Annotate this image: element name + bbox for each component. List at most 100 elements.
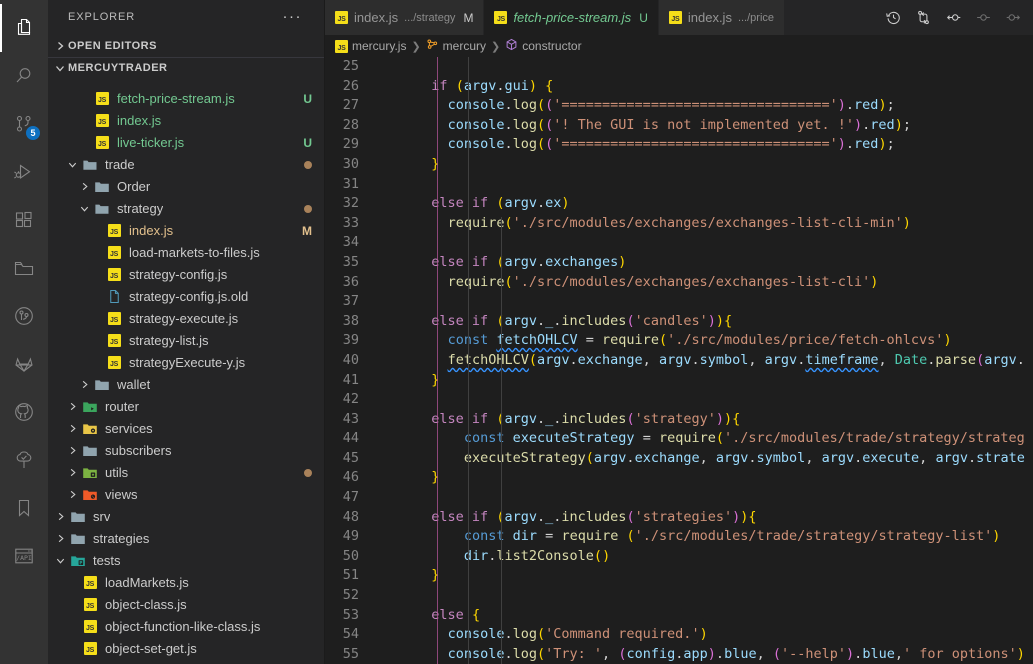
code-line[interactable]: console.log('Try: ', (config.app).blue, … — [415, 645, 1033, 664]
tree-file-row[interactable]: JS index.js M — [48, 220, 324, 242]
compare-changes-icon[interactable] — [909, 0, 937, 35]
code-line[interactable]: dir.list2Console() — [415, 547, 1033, 567]
sidebar-more-actions-icon[interactable]: ··· — [283, 9, 305, 24]
tree-folder-row[interactable]: subscribers — [48, 440, 324, 462]
code-line[interactable]: else if (argv._.includes('strategy')){ — [415, 410, 1033, 430]
current-change-icon[interactable] — [969, 0, 997, 35]
line-number: 31 — [342, 175, 359, 192]
search-icon — [12, 64, 36, 88]
code-editor[interactable]: 25 26 27 28 29 30 31 32 33 34 35 36 37 38 39 40 41 42 43 44… — [325, 57, 1033, 664]
activity-item-explorer[interactable] — [0, 4, 48, 52]
code-line[interactable]: else if (argv._.includes('strategies')){ — [415, 508, 1033, 528]
code-line[interactable] — [415, 488, 1033, 508]
activity-item-source-control[interactable]: 5 — [0, 100, 48, 148]
code-line[interactable]: fetchOHLCV(argv.exchange, argv.symbol, a… — [415, 351, 1033, 371]
tree-file-row[interactable]: JS strategy-execute.js — [48, 308, 324, 330]
activity-item-git-graph[interactable] — [0, 292, 48, 340]
tree-file-row[interactable]: JS loadMarkets.js — [48, 572, 324, 594]
editor-tabs[interactable]: JS index.js .../strategy M JS fetch-price-str… — [325, 0, 786, 35]
code-line[interactable] — [415, 292, 1033, 312]
code-line[interactable] — [415, 233, 1033, 253]
tree-file-row[interactable]: JS object-class.js — [48, 594, 324, 616]
timeline-history-icon[interactable] — [879, 0, 907, 35]
code-line[interactable]: } — [415, 566, 1033, 586]
activity-item-extensions[interactable] — [0, 196, 48, 244]
breadcrumb[interactable]: JS mercury.js ❯ mercury ❯ constructor — [325, 35, 1033, 57]
tree-file-row[interactable]: JS index.js — [48, 110, 324, 132]
code-content[interactable]: if (argv.gui) { console.log(('==========… — [381, 57, 1033, 664]
tree-folder-row[interactable]: Order — [48, 176, 324, 198]
editor-tab[interactable]: JS index.js .../strategy M — [325, 0, 485, 35]
go-to-previous-change-icon[interactable] — [939, 0, 967, 35]
js-file-icon: JS — [83, 620, 97, 634]
code-line[interactable]: require('./src/modules/exchanges/exchang… — [415, 214, 1033, 234]
section-mercuytrader[interactable]: MERCUYTRADER — [48, 56, 324, 79]
tree-folder-row[interactable]: tests — [48, 550, 324, 572]
editor-tab[interactable]: JS index.js .../price — [658, 0, 786, 35]
code-line[interactable]: else if (argv.ex) — [415, 194, 1033, 214]
code-line[interactable]: else { — [415, 606, 1033, 626]
sidebar-scrollbar[interactable] — [314, 57, 324, 664]
code-line[interactable]: executeStrategy(argv.exchange, argv.symb… — [415, 449, 1033, 469]
code-line[interactable]: require('./src/modules/exchanges/exchang… — [415, 273, 1033, 293]
section-open-editors[interactable]: OPEN EDITORS — [48, 35, 324, 57]
tree-file-row[interactable] — [48, 79, 324, 88]
code-line[interactable]: console.log('Command required.') — [415, 625, 1033, 645]
tree-file-row[interactable]: JS live-ticker.js U — [48, 132, 324, 154]
code-line[interactable]: } — [415, 155, 1033, 175]
code-line[interactable]: else if (argv._.includes('candles')){ — [415, 312, 1033, 332]
tree-file-row[interactable] — [48, 660, 324, 664]
line-number: 35 — [342, 253, 359, 270]
code-line[interactable]: console.log(('==========================… — [415, 96, 1033, 116]
activity-item-run-and-debug[interactable] — [0, 148, 48, 196]
tree-item-label: fetch-price-stream.js — [117, 91, 235, 107]
code-line[interactable] — [415, 57, 1033, 77]
breadcrumb-item-file[interactable]: JS mercury.js — [335, 39, 406, 53]
tree-folder-row[interactable]: views — [48, 484, 324, 506]
tree-file-row[interactable]: JS object-function-like-class.js — [48, 616, 324, 638]
activity-item-rest-client[interactable]: /API — [0, 532, 48, 580]
code-line[interactable] — [415, 390, 1033, 410]
code-line[interactable]: console.log(('! The GUI is not implement… — [415, 116, 1033, 136]
tree-file-row[interactable]: JS fetch-price-stream.js U — [48, 88, 324, 110]
tree-file-row[interactable]: JS strategy-config.js — [48, 264, 324, 286]
activity-item-bookmarks[interactable] — [0, 484, 48, 532]
activity-item-search[interactable] — [0, 52, 48, 100]
tree-item-label: loadMarkets.js — [105, 575, 189, 591]
breadcrumb-item-class[interactable]: mercury — [426, 38, 486, 54]
tree-folder-row[interactable]: trade — [48, 154, 324, 176]
line-number: 53 — [342, 606, 359, 623]
code-line[interactable]: const fetchOHLCV = require('./src/module… — [415, 331, 1033, 351]
code-line[interactable] — [415, 175, 1033, 195]
activity-item-file-browser[interactable] — [0, 244, 48, 292]
code-line[interactable]: } — [415, 468, 1033, 488]
tree-folder-row[interactable]: strategy — [48, 198, 324, 220]
tree-folder-row[interactable]: strategies — [48, 528, 324, 550]
file-tree[interactable]: JS fetch-price-stream.js U JS index.js JS live… — [48, 79, 324, 664]
tree-file-row[interactable]: JS strategyExecute-y.js — [48, 352, 324, 374]
code-line[interactable]: console.log(('==========================… — [415, 135, 1033, 155]
tree-file-row[interactable]: JS load-markets-to-files.js — [48, 242, 324, 264]
activity-item-gitlab[interactable] — [0, 340, 48, 388]
tree-file-row[interactable]: JS object-set-get.js — [48, 638, 324, 660]
tree-file-row[interactable]: JS strategy-list.js — [48, 330, 324, 352]
tree-item-label: index.js — [129, 223, 174, 239]
code-line[interactable]: else if (argv.exchanges) — [415, 253, 1033, 273]
tree-folder-row[interactable]: services — [48, 418, 324, 440]
activity-item-github[interactable] — [0, 388, 48, 436]
tree-file-row[interactable]: strategy-config.js.old — [48, 286, 324, 308]
tree-folder-row[interactable]: router — [48, 396, 324, 418]
code-line[interactable] — [415, 586, 1033, 606]
code-line[interactable]: const executeStrategy = require('./src/m… — [415, 429, 1033, 449]
breadcrumb-item-method[interactable]: constructor — [505, 38, 582, 54]
editor-tab[interactable]: JS fetch-price-stream.js U — [484, 0, 659, 35]
code-line[interactable]: } — [415, 371, 1033, 391]
tree-folder-row[interactable]: srv — [48, 506, 324, 528]
code-line[interactable]: const dir = require ('./src/modules/trad… — [415, 527, 1033, 547]
breadcrumb-label-file: mercury.js — [352, 39, 407, 53]
go-to-next-change-icon[interactable] — [999, 0, 1027, 35]
activity-item-test-tree[interactable] — [0, 436, 48, 484]
tree-folder-row[interactable]: utils — [48, 462, 324, 484]
code-line[interactable]: if (argv.gui) { — [415, 77, 1033, 97]
tree-folder-row[interactable]: wallet — [48, 374, 324, 396]
